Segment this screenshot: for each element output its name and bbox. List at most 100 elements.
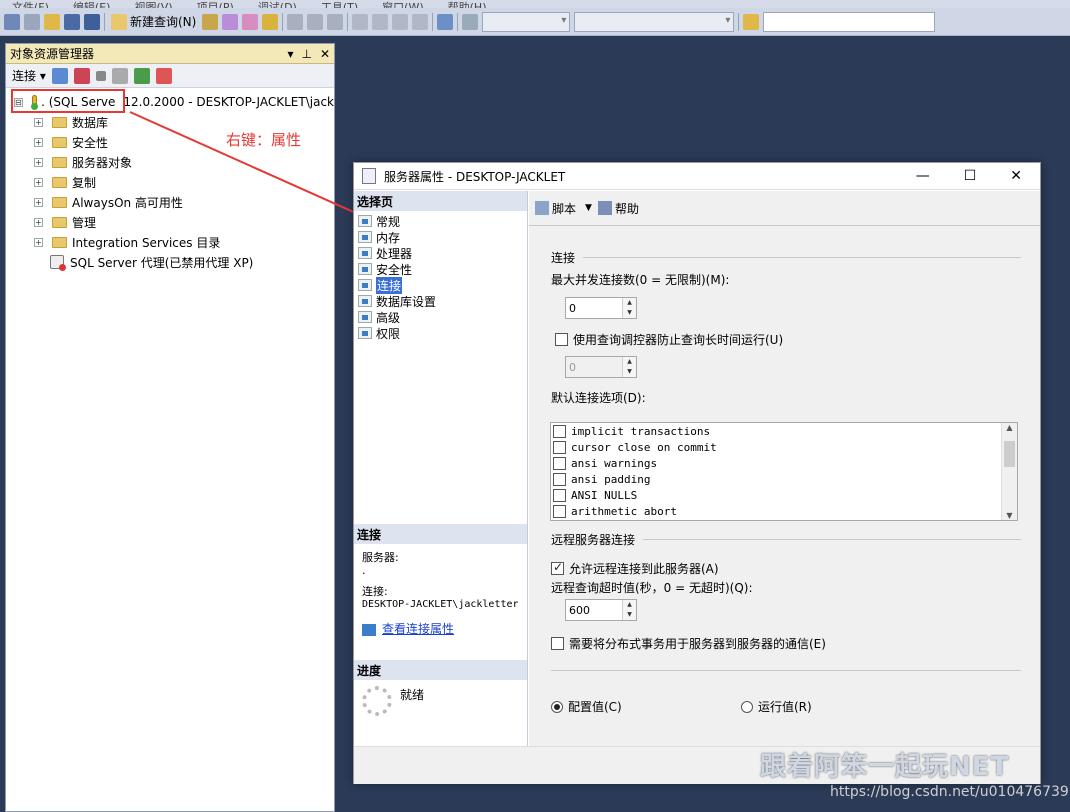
checkbox-box[interactable] <box>553 440 566 454</box>
minimize-icon[interactable]: — <box>916 168 930 184</box>
page-item[interactable]: 处理器 <box>354 245 527 261</box>
query-governor-label: 使用查询调控器防止查询长时间运行(U) <box>573 333 784 347</box>
checkbox-box[interactable] <box>551 637 564 650</box>
page-item-label: 处理器 <box>376 246 413 261</box>
options-scrollbar[interactable]: ▲ ▼ <box>1001 423 1017 520</box>
page-item[interactable]: 内存 <box>354 229 527 245</box>
option-row[interactable]: ansi padding <box>551 471 1017 487</box>
link-icon <box>362 623 376 636</box>
progress-area: 就绪 <box>362 686 424 716</box>
radio-dot[interactable] <box>741 700 753 713</box>
page-item[interactable]: 权限 <box>354 325 527 341</box>
script-label: 脚本 <box>552 201 577 216</box>
chevron-down-icon[interactable]: ▼ <box>585 203 592 213</box>
max-connections-value: 0 <box>569 301 576 315</box>
page-icon <box>358 327 372 339</box>
csdn-url: https://blog.csdn.net/u010476739 <box>830 784 1069 800</box>
stepper-arrows-icon[interactable]: ▲ ▼ <box>622 298 636 318</box>
progress-header: 进度 <box>354 660 527 680</box>
governor-value: 0 <box>569 360 576 374</box>
stepper-arrows-icon[interactable]: ▲ ▼ <box>622 357 636 377</box>
connection-value: DESKTOP-JACKLET\jackletter <box>362 599 519 610</box>
max-connections-label: 最大并发连接数(0 = 无限制)(M): <box>551 273 730 287</box>
checkbox-box[interactable] <box>553 456 566 470</box>
dialog-toolbar: 脚本 ▼ 帮助 <box>529 191 1040 225</box>
page-item-label: 权限 <box>376 326 401 341</box>
page-icon <box>358 311 372 323</box>
page-item[interactable]: 数据库设置 <box>354 293 527 309</box>
checkbox-box[interactable] <box>551 560 564 575</box>
option-row[interactable]: ANSI NULLS <box>551 487 1017 503</box>
distributed-tx-label: 需要将分布式事务用于服务器到服务器的通信(E) <box>569 637 826 651</box>
script-icon <box>535 201 549 215</box>
page-icon <box>358 231 372 243</box>
stepper-arrows-icon[interactable]: ▲ ▼ <box>622 600 636 620</box>
option-row[interactable]: cursor close on commit <box>551 439 1017 455</box>
section-connection: 连接 <box>551 249 1021 266</box>
governor-value-stepper[interactable]: 0 ▲ ▼ <box>565 356 637 378</box>
help-label: 帮助 <box>614 201 639 216</box>
option-row[interactable]: implicit transactions <box>551 423 1017 439</box>
dialog-title: 服务器属性 - DESKTOP-JACKLET <box>384 169 566 184</box>
option-label: implicit transactions <box>571 424 711 438</box>
distributed-tx-checkbox[interactable]: 需要将分布式事务用于服务器到服务器的通信(E) <box>551 635 826 652</box>
server-value: . <box>362 564 366 577</box>
page-icon <box>358 247 372 259</box>
default-options-label: 默认连接选项(D): <box>551 391 646 405</box>
page-item[interactable]: 常规 <box>354 213 527 229</box>
checkbox-box[interactable] <box>553 472 566 486</box>
option-label: ansi warnings <box>571 456 658 470</box>
help-button[interactable]: 帮助 <box>597 200 639 217</box>
running-value-label: 运行值(R) <box>758 700 812 714</box>
server-properties-dialog: 服务器属性 - DESKTOP-JACKLET — ☐ ✕ 选择页 常规 内存 处理… <box>353 162 1041 784</box>
page-item[interactable]: 连接 <box>354 276 527 294</box>
query-governor-checkbox[interactable]: 使用查询调控器防止查询长时间运行(U) <box>555 331 783 348</box>
option-row[interactable]: ansi warnings <box>551 455 1017 471</box>
page-item-label: 数据库设置 <box>376 294 437 309</box>
checkbox-box[interactable] <box>553 488 566 502</box>
progress-status: 就绪 <box>400 688 425 702</box>
connection-info: 服务器: . 连接: DESKTOP-JACKLET\jackletter 查看… <box>362 551 519 636</box>
view-connection-properties-label: 查看连接属性 <box>382 622 455 636</box>
divider <box>551 670 1021 671</box>
script-button[interactable]: 脚本 ▼ <box>535 200 592 217</box>
page-icon <box>358 263 372 275</box>
page-item[interactable]: 安全性 <box>354 261 527 277</box>
section-connection-label: 连接 <box>551 251 576 265</box>
checkbox-box[interactable] <box>553 504 566 518</box>
checkbox-box[interactable] <box>553 424 566 438</box>
page-icon <box>358 295 372 307</box>
properties-icon <box>362 168 376 184</box>
page-item[interactable]: 高级 <box>354 309 527 325</box>
view-connection-properties-link[interactable]: 查看连接属性 <box>362 623 519 636</box>
remote-timeout-stepper[interactable]: 600 ▲ ▼ <box>565 599 637 621</box>
connection-label: 连接: <box>362 585 388 598</box>
checkbox-box[interactable] <box>555 333 568 346</box>
page-item-label: 内存 <box>376 230 401 245</box>
allow-remote-checkbox[interactable]: 允许远程连接到此服务器(A) <box>551 560 719 577</box>
max-connections-stepper[interactable]: 0 ▲ ▼ <box>565 297 637 319</box>
help-icon <box>597 201 612 215</box>
configured-value-radio[interactable]: 配置值(C) <box>551 698 622 715</box>
scroll-thumb[interactable] <box>1004 441 1015 467</box>
remote-timeout-label: 远程查询超时值(秒，0 = 无超时)(Q): <box>551 581 753 595</box>
close-icon[interactable]: ✕ <box>1010 168 1022 184</box>
maximize-icon[interactable]: ☐ <box>964 168 977 184</box>
page-item-label: 高级 <box>376 310 401 325</box>
page-icon <box>358 215 372 227</box>
option-label: cursor close on commit <box>571 440 717 454</box>
server-label: 服务器: <box>362 551 399 564</box>
page-item-label: 连接 <box>376 276 403 294</box>
watermark-text: 跟着阿笨一起玩NET <box>760 752 1010 782</box>
radio-dot[interactable] <box>551 700 563 713</box>
allow-remote-label: 允许远程连接到此服务器(A) <box>569 562 719 576</box>
connection-info-header: 连接 <box>354 524 527 544</box>
option-row[interactable]: arithmetic abort <box>551 503 1017 519</box>
default-options-list[interactable]: implicit transactions cursor close on com… <box>550 422 1018 521</box>
scroll-up-icon[interactable]: ▲ <box>1002 423 1017 432</box>
section-remote-label: 远程服务器连接 <box>551 533 636 547</box>
progress-spinner-icon <box>362 686 392 716</box>
running-value-radio[interactable]: 运行值(R) <box>741 698 812 715</box>
scroll-down-icon[interactable]: ▼ <box>1002 511 1017 520</box>
option-label: ansi padding <box>571 472 651 486</box>
